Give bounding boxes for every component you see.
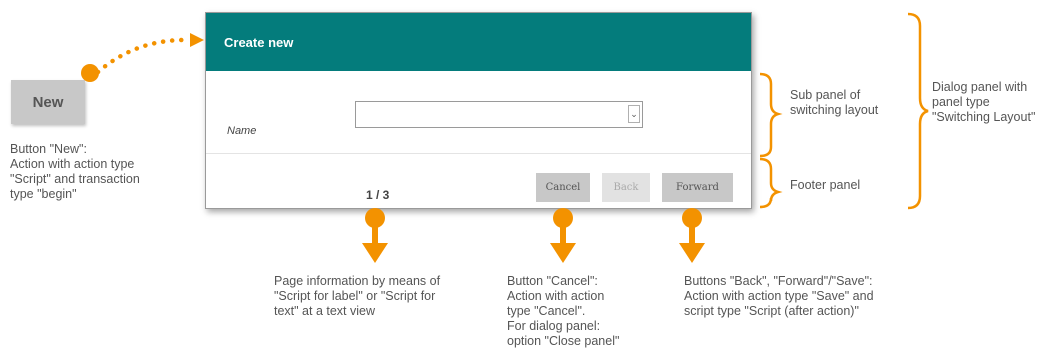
dotted-connector [95,37,188,75]
new-note-line: "Script" and transaction [10,172,140,186]
cancel-note-line: Button "Cancel": [507,274,598,288]
page-info-note: Page information by means of "Script for… [274,274,440,319]
dotted-connector-arrowhead [190,33,204,47]
dialog-panel-annotation: Dialog panel with panel type "Switching … [932,80,1035,125]
new-note-line: type "begin" [10,187,77,201]
new-note-line: Button "New": [10,142,87,156]
page-info-note-line: text" at a text view [274,304,376,318]
cancel-note-line: type "Cancel". [507,304,586,318]
page-info-note-line: Page information by means of [274,274,441,288]
buttons-note: Buttons "Back", "Forward"/"Save": Action… [684,274,874,319]
dialog-panel-line: "Switching Layout" [932,110,1036,124]
sub-panel-line: switching layout [790,103,879,117]
new-button-note: Button "New": Action with action type "S… [10,142,140,202]
cancel-note-line: For dialog panel: [507,319,601,333]
forward-arrowhead [679,243,705,263]
page-info-note-line: "Script for label" or "Script for [274,289,436,303]
cancel-arrowhead [550,243,576,263]
cancel-note-line: Action with action [507,289,605,303]
dialog-panel-line: Dialog panel with [932,80,1028,94]
footer-panel-brace [759,157,783,209]
sub-panel-brace [759,72,783,158]
sub-panel-line: Sub panel of [790,88,861,102]
footer-panel-annotation: Footer panel [790,178,860,193]
cancel-note-line: option "Close panel" [507,334,620,348]
buttons-note-line: script type "Script (after action)" [684,304,859,318]
buttons-note-line: Action with action type "Save" and [684,289,874,303]
page-info-arrow-shaft [372,225,378,243]
cancel-arrow-shaft [560,225,566,243]
new-note-line: Action with action type [10,157,135,171]
dialog-panel-line: panel type [932,95,990,109]
cancel-note: Button "Cancel": Action with action type… [507,274,619,349]
dialog-panel-brace [907,12,929,210]
new-button-marker [81,64,99,82]
sub-panel-annotation: Sub panel of switching layout [790,88,878,118]
forward-arrow-shaft [689,225,695,243]
page-info-arrowhead [362,243,388,263]
footer-panel-line: Footer panel [790,178,861,192]
buttons-note-line: Buttons "Back", "Forward"/"Save": [684,274,873,288]
